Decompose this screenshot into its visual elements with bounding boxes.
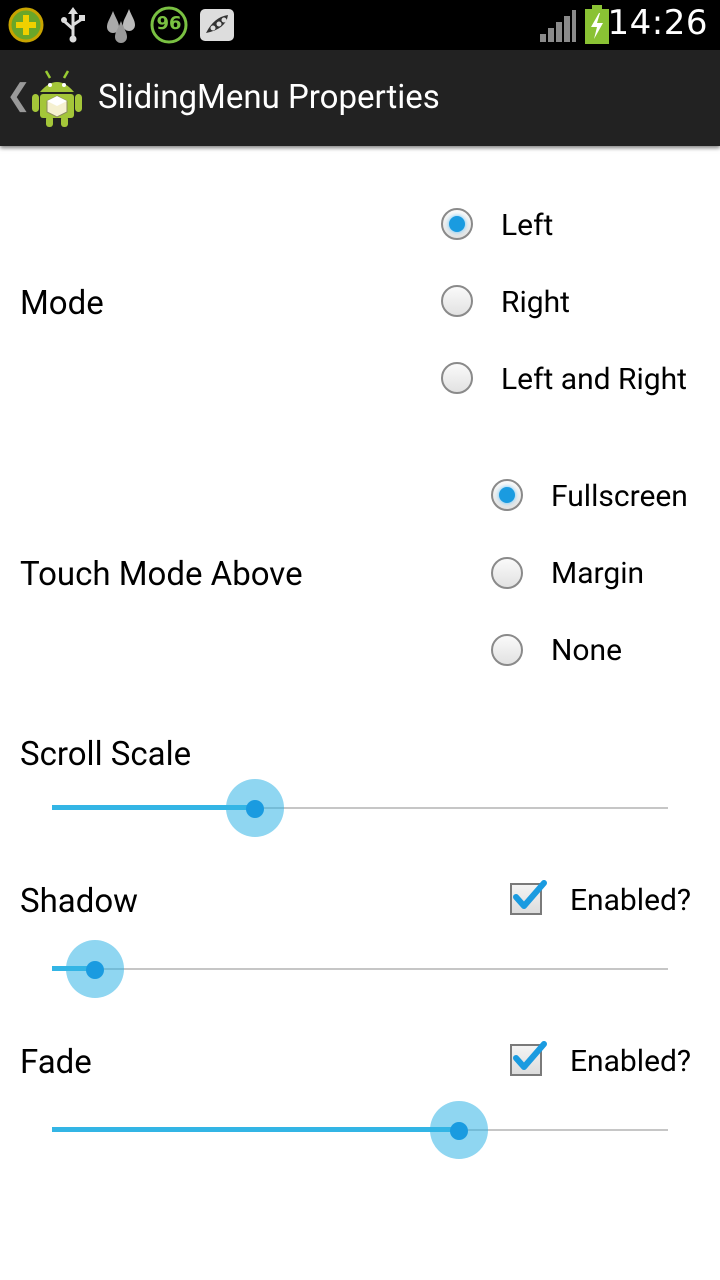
status-bar: 96 14:26 bbox=[0, 0, 720, 50]
mode-radio-left[interactable] bbox=[441, 208, 473, 240]
android-app-icon[interactable] bbox=[30, 68, 84, 128]
fade-slider[interactable] bbox=[52, 1100, 668, 1160]
fade-enabled-label[interactable]: Enabled? bbox=[570, 1044, 691, 1079]
drops-icon bbox=[107, 9, 135, 43]
page-title: SlidingMenu Properties bbox=[98, 78, 440, 117]
touch-radio-margin[interactable] bbox=[491, 557, 523, 589]
touch-mode-label: Touch Mode Above bbox=[20, 555, 303, 594]
touch-option-fullscreen[interactable]: Fullscreen bbox=[551, 479, 688, 514]
fade-label: Fade bbox=[20, 1043, 92, 1082]
touch-option-none[interactable]: None bbox=[551, 633, 622, 668]
mode-option-right[interactable]: Right bbox=[501, 285, 570, 320]
fade-enabled-checkbox[interactable] bbox=[510, 1041, 547, 1076]
mode-radio-left-and-right[interactable] bbox=[441, 362, 473, 394]
scroll-scale-label: Scroll Scale bbox=[20, 735, 192, 774]
touch-radio-fullscreen[interactable] bbox=[491, 479, 523, 511]
battery-charging-icon bbox=[585, 5, 609, 44]
mode-option-left-and-right[interactable]: Left and Right bbox=[501, 362, 687, 397]
plus-app-icon bbox=[8, 7, 44, 43]
shadow-enabled-label[interactable]: Enabled? bbox=[570, 883, 691, 918]
action-bar: ❮ SlidingMenu Properties bbox=[0, 50, 720, 146]
signal-icon bbox=[540, 10, 576, 42]
shadow-slider[interactable] bbox=[52, 939, 668, 999]
shadow-enabled-checkbox[interactable] bbox=[510, 880, 547, 915]
battery-saver-96-icon: 96 bbox=[150, 6, 188, 44]
mode-option-left[interactable]: Left bbox=[501, 208, 553, 243]
scroll-scale-slider[interactable] bbox=[52, 778, 668, 838]
touch-radio-none[interactable] bbox=[491, 634, 523, 666]
usb-icon bbox=[61, 7, 85, 43]
clock: 14:26 bbox=[607, 3, 708, 43]
touch-option-margin[interactable]: Margin bbox=[551, 556, 644, 591]
checkmark-icon bbox=[513, 1041, 547, 1070]
shadow-label: Shadow bbox=[20, 882, 138, 921]
checkmark-icon bbox=[513, 880, 547, 909]
back-icon[interactable]: ❮ bbox=[6, 78, 31, 113]
mode-radio-right[interactable] bbox=[441, 285, 473, 317]
mode-label: Mode bbox=[20, 284, 104, 323]
badge-text: 96 bbox=[156, 13, 182, 34]
peas-icon bbox=[200, 9, 234, 41]
